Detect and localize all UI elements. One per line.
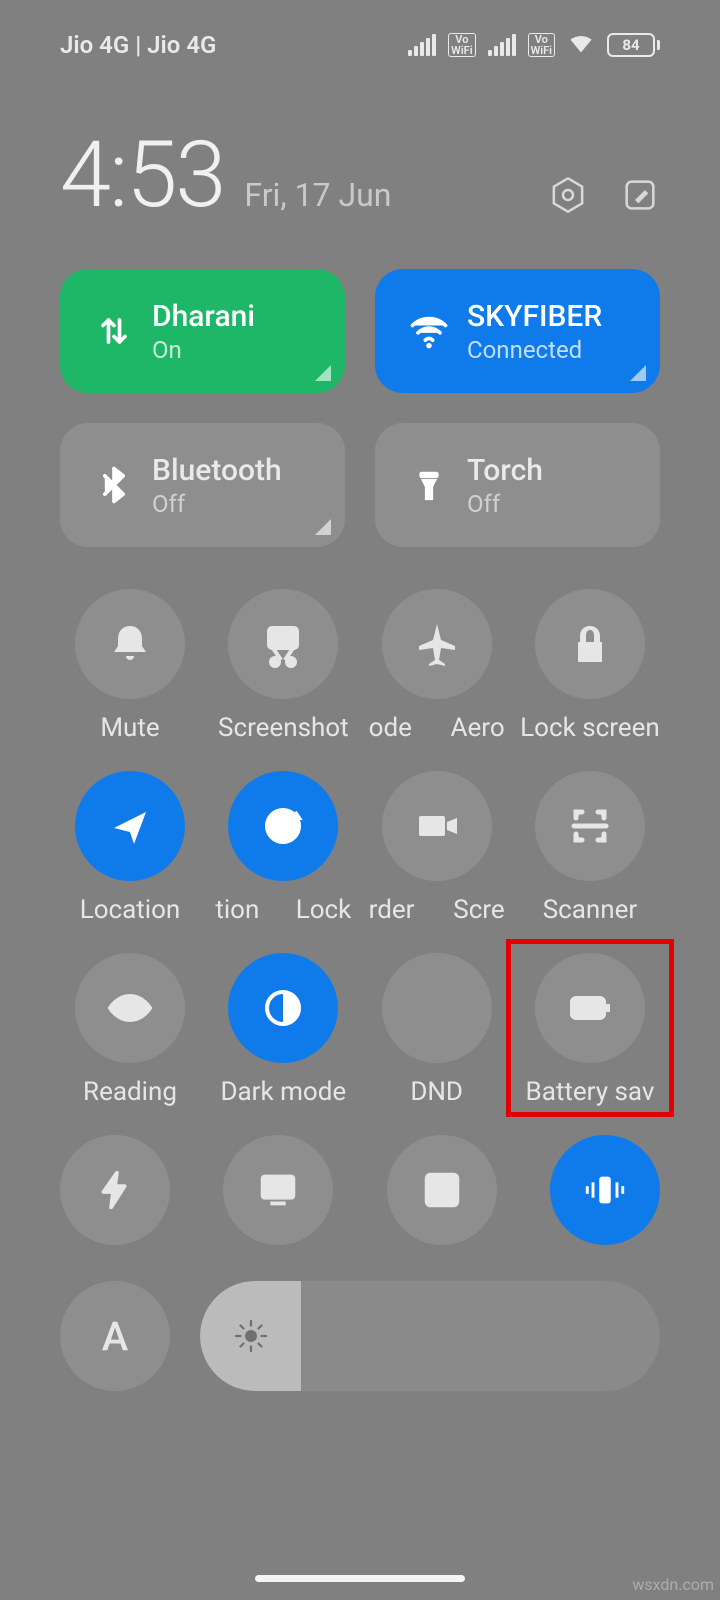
screen-label-left: rder [369, 895, 415, 925]
vowifi-sim2-icon: VoWiFi [528, 33, 555, 57]
clock-time: 4:53 [60, 122, 224, 229]
signal-sim2-icon [488, 34, 516, 56]
clock-date: Fri, 17 Jun [244, 176, 391, 214]
cast-toggle[interactable] [223, 1135, 333, 1245]
brightness-icon [233, 1318, 269, 1354]
rotation-lock-icon [259, 802, 307, 850]
dark-mode-label: Dark mode [213, 1077, 353, 1107]
lockscreen-label: Lock screen [520, 713, 660, 743]
vibrate-icon [582, 1167, 628, 1213]
mobile-data-sub: On [152, 336, 255, 364]
screen-record-toggle[interactable]: rder Scre [367, 771, 507, 925]
location-arrow-icon [106, 802, 154, 850]
torch-tile[interactable]: Torch Off [375, 423, 660, 547]
display-icon [255, 1167, 301, 1213]
wifi-status-icon [567, 28, 595, 62]
bluetooth-title: Bluetooth [152, 453, 282, 488]
home-indicator[interactable] [255, 1575, 465, 1582]
vowifi-sim1-icon: VoWiFi [448, 33, 475, 57]
mute-toggle[interactable]: Mute [60, 589, 200, 743]
battery-status-icon: 84 [607, 33, 660, 57]
wifi-icon [401, 309, 457, 353]
scissors-icon [259, 620, 307, 668]
status-bar: Jio 4G | Jio 4G VoWiFi VoWiFi 84 [60, 0, 660, 78]
wifi-title: SKYFIBER [467, 299, 602, 334]
screenshot-toggle[interactable]: Screenshot [213, 589, 353, 743]
edit-tiles-icon[interactable] [620, 175, 660, 219]
torch-sub: Off [467, 490, 543, 518]
watermark: wsxdn.com [632, 1575, 714, 1594]
mobile-data-title: Dharani [152, 299, 255, 334]
status-right-cluster: VoWiFi VoWiFi 84 [408, 28, 660, 62]
mobile-data-tile[interactable]: Dharani On [60, 269, 345, 393]
torch-title: Torch [467, 453, 543, 488]
airplane-toggle[interactable]: ode Aero [367, 589, 507, 743]
location-toggle[interactable]: Location [60, 771, 200, 925]
bluetooth-tile[interactable]: Bluetooth Off [60, 423, 345, 547]
dnd-label: DND [367, 1077, 507, 1107]
expand-corner-icon[interactable] [630, 365, 646, 381]
scan-icon [566, 802, 614, 850]
reading-label: Reading [60, 1077, 200, 1107]
screenshot-label: Screenshot [213, 713, 353, 743]
mobile-data-icon [86, 309, 142, 353]
scanner-label: Scanner [520, 895, 660, 925]
contrast-icon [259, 984, 307, 1032]
highlight-box [506, 939, 674, 1117]
minimize-icon [419, 1167, 465, 1213]
airplane-icon [413, 620, 461, 668]
bluetooth-icon [86, 463, 142, 507]
aero-label-right: Aero [451, 713, 505, 743]
settings-icon[interactable] [548, 175, 588, 219]
aero-label-left: ode [369, 713, 412, 743]
torch-icon [401, 463, 457, 507]
bell-icon [106, 620, 154, 668]
auto-brightness-button[interactable]: A [60, 1281, 170, 1391]
brightness-slider[interactable] [200, 1281, 660, 1391]
reading-mode-toggle[interactable]: Reading [60, 953, 200, 1107]
boost-toggle[interactable] [60, 1135, 170, 1245]
wifi-tile[interactable]: SKYFIBER Connected [375, 269, 660, 393]
dnd-toggle[interactable]: DND [367, 953, 507, 1107]
lockscreen-toggle[interactable]: Lock screen [520, 589, 660, 743]
video-camera-icon [413, 802, 461, 850]
lock-label-right: Lock [296, 895, 352, 925]
signal-sim1-icon [408, 34, 436, 56]
clock-row: 4:53 Fri, 17 Jun [60, 122, 660, 229]
lock-label-left: tion [215, 895, 259, 925]
moon-icon [413, 984, 461, 1032]
expand-corner-icon[interactable] [315, 519, 331, 535]
orientation-lock-toggle[interactable]: tion Lock [213, 771, 353, 925]
lock-icon [566, 620, 614, 668]
vibrate-toggle[interactable] [550, 1135, 660, 1245]
location-label: Location [60, 895, 200, 925]
screen-label-right: Scre [453, 895, 504, 925]
scanner-toggle[interactable]: Scanner [520, 771, 660, 925]
battery-percent: 84 [607, 33, 655, 57]
carrier-label: Jio 4G | Jio 4G [60, 31, 216, 59]
dark-mode-toggle[interactable]: Dark mode [213, 953, 353, 1107]
mute-label: Mute [60, 713, 200, 743]
wifi-sub: Connected [467, 336, 602, 364]
expand-corner-icon[interactable] [315, 365, 331, 381]
battery-saver-toggle[interactable]: Battery sav [520, 953, 660, 1107]
bolt-icon [92, 1167, 138, 1213]
eye-icon [106, 984, 154, 1032]
floating-window-toggle[interactable] [387, 1135, 497, 1245]
bluetooth-sub: Off [152, 490, 282, 518]
